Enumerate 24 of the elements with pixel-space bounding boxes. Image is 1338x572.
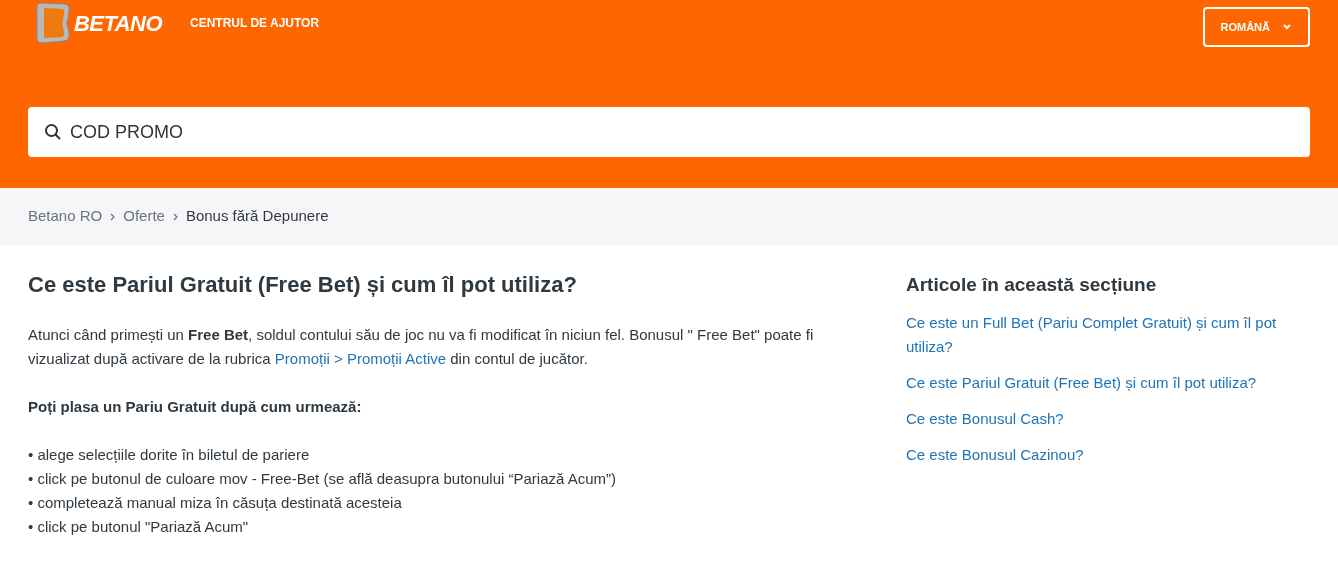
breadcrumb-link[interactable]: Oferte: [123, 205, 165, 228]
paragraph: Atunci când primești un Free Bet, soldul contului său de joc nu va fi modificat în niciun fel. Bonusul " Free Bet" poate fi vizualizat după activare de la rubrica Promoții > Promoții Active din contul de jucător.: [28, 325, 815, 369]
chevron-right-icon: [172, 212, 178, 221]
nav-link[interactable]: CENTRUL DE AJUTOR: [189, 14, 320, 32]
article-link[interactable]: Ce este un Full Bet (Pariu Complet Gratuit) și cum îl pot utiliza?: [906, 310, 1306, 359]
steps-heading: Poți plasa un Pariu Gratuit după cum urmează:: [28, 397, 363, 417]
list-item: • click pe butonul "Pariază Acum": [28, 517, 250, 537]
search-field[interactable]: COD PROMO: [28, 107, 1310, 157]
article-link[interactable]: Ce este Bonusul Cash?: [906, 406, 1306, 431]
article-link[interactable]: Ce este Bonusul Cazinou?: [906, 442, 1306, 467]
list-item: • completează manual miza în căsuța destinată acesteia: [28, 493, 403, 513]
breadcrumb-link[interactable]: Bonus fără Depunere: [185, 205, 329, 228]
list-item: • click pe butonul de culoare mov - Free-Bet (se află deasupra butonului “Pariază Acum”): [28, 469, 618, 489]
sidebar-title: Articole în această secțiune: [906, 273, 1158, 297]
breadcrumb-link[interactable]: Betano RO: [28, 205, 103, 228]
article-title: Ce este Pariul Gratuit (Free Bet) și cum îl pot utiliza?: [28, 271, 578, 299]
language-button[interactable]: ROMÂNĂ: [1202, 7, 1310, 47]
logo-icon: [36, 1, 70, 45]
chevron-right-icon: [110, 212, 116, 221]
logo-text[interactable]: BETANO: [74, 6, 162, 40]
chevron-down-icon: [1282, 23, 1292, 31]
article-link[interactable]: Ce este Pariul Gratuit (Free Bet) și cum îl pot utiliza?: [906, 370, 1306, 395]
promotions-link[interactable]: Promoții > Promoții Active: [274, 350, 447, 367]
list-item: • alege selecțiile dorite în biletul de pariere: [28, 445, 311, 465]
